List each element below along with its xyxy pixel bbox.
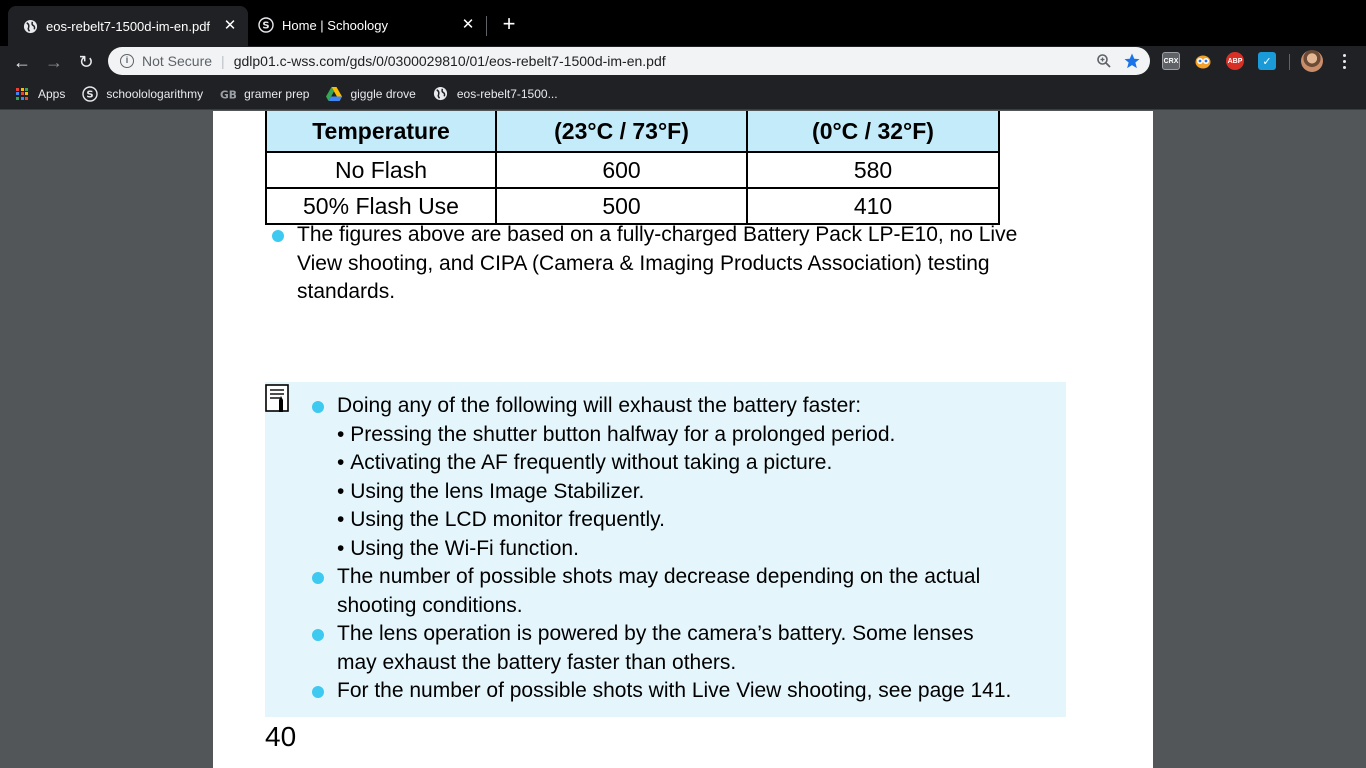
bullet-icon xyxy=(312,401,324,413)
close-tab-icon[interactable]: ✕ xyxy=(458,15,478,35)
bookmark-apps[interactable]: Apps xyxy=(14,86,65,102)
note-lens-power: The lens operation is powered by the cam… xyxy=(337,620,974,677)
text-line: may exhaust the battery faster than othe… xyxy=(337,650,737,674)
table-cell: No Flash xyxy=(265,151,497,189)
bookmark-giggle-drove[interactable]: giggle drove xyxy=(326,86,416,102)
crx-extension-icon[interactable]: CRX xyxy=(1162,52,1180,70)
table-header-cell: (0°C / 32°F) xyxy=(746,111,1000,153)
globe-icon xyxy=(22,18,38,34)
page-number: 40 xyxy=(265,721,297,752)
note-sub-item: • Activating the AF frequently without t… xyxy=(337,449,832,478)
tab-schoology[interactable]: S Home | Schoology ✕ xyxy=(248,8,486,42)
url-text[interactable]: gdlp01.c-wss.com/gds/0/0300029810/01/eos… xyxy=(234,53,1094,69)
schoology-icon: S xyxy=(258,17,274,33)
battery-shots-table: Temperature (23°C / 73°F) (0°C / 32°F) N… xyxy=(265,111,1000,225)
bookmark-label: Apps xyxy=(38,86,66,101)
bullet-icon xyxy=(312,572,324,584)
reload-button[interactable]: ↻ xyxy=(72,48,100,76)
table-header-cell: Temperature xyxy=(265,111,497,153)
note-sub-item: • Using the LCD monitor frequently. xyxy=(337,506,665,535)
table-row: No Flash 600 580 xyxy=(265,151,1000,189)
bookmark-label: giggle drove xyxy=(350,86,416,101)
table-cell: 500 xyxy=(495,187,748,225)
sub-item-text: Using the Wi-Fi function. xyxy=(350,536,579,560)
table-cell: 410 xyxy=(746,187,1000,225)
memo-icon xyxy=(265,384,289,412)
tab-title: Home | Schoology xyxy=(282,17,388,33)
table-cell: 600 xyxy=(495,151,748,189)
schoology-icon: S xyxy=(82,85,99,102)
info-icon[interactable]: i xyxy=(120,54,134,68)
check-extension-icon[interactable]: ✓ xyxy=(1258,52,1276,70)
bookmark-schoology[interactable]: S schoolologarithmy xyxy=(82,85,204,102)
new-tab-button[interactable]: + xyxy=(498,13,520,35)
table-cell: 580 xyxy=(746,151,1000,189)
note-sub-item: • Using the Wi-Fi function. xyxy=(337,535,579,564)
pdf-viewer[interactable]: Temperature (23°C / 73°F) (0°C / 32°F) N… xyxy=(0,111,1366,768)
security-indicator[interactable]: Not Secure xyxy=(142,53,212,69)
sub-item-text: Using the lens Image Stabilizer. xyxy=(350,479,645,503)
close-tab-icon[interactable]: ✕ xyxy=(220,16,240,36)
sub-bullet-icon: • xyxy=(337,508,345,531)
bullet-icon xyxy=(312,629,324,641)
pdf-page: Temperature (23°C / 73°F) (0°C / 32°F) N… xyxy=(213,111,1153,768)
table-cell: 50% Flash Use xyxy=(265,187,497,225)
globe-icon xyxy=(433,86,449,102)
bullet-icon xyxy=(312,686,324,698)
url-divider: | xyxy=(221,53,225,69)
svg-text:S: S xyxy=(262,21,269,32)
zoom-icon[interactable] xyxy=(1094,51,1114,71)
adblock-extension-icon[interactable]: ABP xyxy=(1226,52,1244,70)
address-bar[interactable]: i Not Secure | gdlp01.c-wss.com/gds/0/03… xyxy=(108,47,1150,75)
bookmark-label: eos-rebelt7-1500... xyxy=(456,86,558,101)
sub-bullet-icon: • xyxy=(337,422,345,446)
owl-extension-icon[interactable] xyxy=(1194,52,1212,70)
note-intro: Doing any of the following will exhaust … xyxy=(337,394,862,417)
bookmarks-bar: Apps S schoolologarithmy GB gramer prep … xyxy=(0,78,1366,110)
text-line: The figures above are based on a fully-c… xyxy=(297,223,1018,246)
note-sub-item: • Using the lens Image Stabilizer. xyxy=(337,478,644,507)
note-sub-item: • Pressing the shutter button halfway fo… xyxy=(337,421,895,450)
text-line: The lens operation is powered by the cam… xyxy=(337,622,974,645)
svg-text:S: S xyxy=(87,89,94,100)
forward-button[interactable]: → xyxy=(40,48,68,76)
note-live-view: For the number of possible shots with Li… xyxy=(337,679,1012,702)
text-line: shooting conditions. xyxy=(337,593,523,617)
bookmark-label: gramer prep xyxy=(244,86,310,101)
sub-bullet-icon: • xyxy=(337,536,345,560)
tab-title: eos-rebelt7-1500d-im-en.pdf xyxy=(46,18,211,34)
gb-logo-icon: GB xyxy=(220,86,236,102)
apps-grid-icon xyxy=(14,86,30,102)
text-line: standards. xyxy=(297,280,396,303)
text-line: The number of possible shots may decreas… xyxy=(337,565,981,588)
sub-bullet-icon: • xyxy=(337,479,345,503)
browser-toolbar: ← → ↻ i Not Secure | gdlp01.c-wss.com/gd… xyxy=(0,46,1366,78)
sub-item-text: Activating the AF frequently without tak… xyxy=(350,451,833,474)
toolbar-divider xyxy=(1289,54,1290,70)
bookmark-eos-pdf[interactable]: eos-rebelt7-1500... xyxy=(433,86,558,102)
text-line: View shooting, and CIPA (Camera & Imagin… xyxy=(297,251,990,275)
sub-bullet-icon: • xyxy=(337,451,345,474)
table-header-row: Temperature (23°C / 73°F) (0°C / 32°F) xyxy=(265,111,1000,153)
tab-divider xyxy=(486,16,487,36)
bookmark-label: schoolologarithmy xyxy=(106,86,204,101)
bookmark-star-icon[interactable] xyxy=(1122,51,1142,71)
table-header-cell: (23°C / 73°F) xyxy=(495,111,748,153)
tab-pdf[interactable]: eos-rebelt7-1500d-im-en.pdf ✕ xyxy=(8,6,248,46)
profile-avatar[interactable] xyxy=(1301,50,1323,72)
table-footnote: The figures above are based on a fully-c… xyxy=(297,221,1017,307)
bookmark-gramer-prep[interactable]: GB gramer prep xyxy=(220,86,309,102)
menu-icon[interactable] xyxy=(1334,50,1354,72)
table-row: 50% Flash Use 500 410 xyxy=(265,187,1000,225)
sub-item-text: Using the LCD monitor frequently. xyxy=(350,508,665,531)
sub-item-text: Pressing the shutter button halfway for … xyxy=(350,422,896,446)
battery-note-box: Doing any of the following will exhaust … xyxy=(265,382,1066,717)
tab-strip: eos-rebelt7-1500d-im-en.pdf ✕ S Home | S… xyxy=(0,0,1366,46)
note-shots-decrease: The number of possible shots may decreas… xyxy=(337,563,980,620)
bullet-icon xyxy=(272,230,284,242)
back-button[interactable]: ← xyxy=(8,48,36,76)
google-drive-icon xyxy=(326,86,343,102)
svg-text:GB: GB xyxy=(220,88,236,101)
